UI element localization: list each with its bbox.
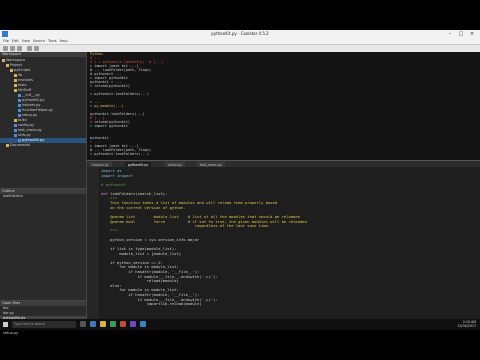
open-file-icon[interactable]: [10, 46, 15, 51]
tree-item-label: build: [18, 118, 27, 122]
taskbar-search[interactable]: Type here to search: [12, 321, 76, 328]
tree-item-label: pyScripts: [14, 68, 31, 72]
tree-item-label: pythonKit.py: [22, 138, 45, 142]
save-icon[interactable]: [17, 46, 22, 51]
code-token: # pythonkit: [101, 181, 127, 187]
tree-item-label: test_cases.py: [18, 128, 42, 132]
workspace-pane: Workspace Workspace Project pyScripts lib mo…: [0, 52, 87, 335]
python-file-icon: [18, 138, 21, 142]
outline-panel: Outline lookFolders: [0, 188, 86, 299]
task-view-icon[interactable]: [80, 321, 86, 327]
store-icon[interactable]: [110, 321, 116, 327]
tree-item-label: MyStuff: [18, 88, 32, 92]
menu-item-view[interactable]: View: [22, 38, 30, 44]
tree-item-label: Project: [10, 63, 22, 67]
code-editor[interactable]: import os import inspect # pythonkit def …: [87, 167, 480, 327]
python-file-icon: [18, 93, 21, 97]
menu-item-file[interactable]: File: [3, 38, 9, 44]
tree-item-label: setup.py: [22, 113, 38, 117]
code-token: '.py': [201, 273, 214, 279]
folder-icon: [6, 63, 9, 67]
tree-item-label: helpers.py: [22, 103, 41, 107]
workspace-header: Workspace: [0, 52, 86, 57]
folder-icon: [14, 73, 17, 77]
maximize-icon[interactable]: □: [456, 30, 466, 38]
open-file-item[interactable]: setup.py: [0, 331, 86, 336]
python-shell[interactable]: Python # ... # 1 = pythonkit.lookPath() # …: [87, 52, 480, 160]
tree-item-label: __init__.py: [22, 93, 40, 97]
windows-start-icon[interactable]: [3, 322, 8, 327]
taskbar: Type here to search 2:15 AM 10/30/2017: [0, 319, 480, 330]
debug-icon[interactable]: [34, 46, 39, 51]
code-token: '.py': [201, 296, 214, 302]
folder-icon: [2, 58, 5, 62]
toolbar: [0, 45, 480, 52]
tree-item-label: tests: [18, 83, 27, 87]
python-file-icon: [18, 103, 21, 107]
code-token: on the current version of python.: [101, 204, 186, 210]
menu-bar: File Edit View Search Tools Help: [0, 38, 480, 45]
tree-item-label: Workspace: [6, 58, 26, 62]
tree-item-label: lib: [18, 73, 23, 77]
python-file-icon: [14, 128, 17, 132]
close-icon[interactable]: ×: [467, 30, 477, 38]
tree-item-label: config.py: [18, 123, 35, 127]
code-token: lookFolders(search_list):: [110, 190, 168, 196]
tree-item[interactable]: Documents: [0, 143, 86, 148]
python-file-icon: [18, 108, 21, 112]
folder-icon: [6, 143, 9, 147]
tree-item-label: utils.py: [18, 133, 31, 137]
tree-item-label: modules: [18, 78, 33, 82]
code-token: importlib.reload(module): [101, 301, 202, 307]
file-explorer-icon[interactable]: [100, 321, 106, 327]
mail-icon[interactable]: [120, 321, 126, 327]
window-title: pythonKit.py - Coolstar 4.5.2: [211, 31, 269, 36]
folder-icon: [10, 68, 13, 72]
run-icon[interactable]: [27, 46, 32, 51]
shell-line: > pythonkit.lookFolders(...): [90, 152, 150, 156]
code-token: regardless of the last save time.: [101, 223, 271, 229]
menu-item-edit[interactable]: Edit: [12, 38, 19, 44]
folder-icon: [14, 83, 17, 87]
python-file-icon: [18, 98, 21, 102]
app-icon-5[interactable]: [130, 321, 136, 327]
menu-item-help[interactable]: Help: [60, 38, 68, 44]
folder-icon: [14, 88, 17, 92]
ide-taskbar-icon[interactable]: [140, 321, 146, 327]
clock[interactable]: 2:15 AM 10/30/2017: [457, 320, 476, 328]
menu-item-tools[interactable]: Tools: [48, 38, 57, 44]
code-token: ):: [213, 273, 218, 279]
python-file-icon: [14, 133, 17, 137]
python-file-icon: [18, 113, 21, 117]
tree-item-label: pythonKit.py: [22, 98, 45, 102]
code-token: python_version = sys.version_info.major: [101, 236, 200, 242]
new-file-icon[interactable]: [3, 46, 8, 51]
code-token: """: [101, 227, 118, 233]
code-token: ):: [213, 296, 218, 302]
menu-item-search[interactable]: Search: [33, 38, 45, 44]
code-token: import inspect: [101, 172, 134, 178]
folder-icon: [14, 118, 17, 122]
code-area[interactable]: import os import inspect # pythonkit def …: [101, 168, 476, 325]
code-token: module_list = [module_list]: [101, 250, 182, 256]
outline-item[interactable]: lookFolders: [0, 194, 86, 199]
line-gutter: [87, 167, 99, 327]
ide-window: pythonKit.py - Coolstar 4.5.2 – □ × File…: [0, 30, 480, 335]
tree-item-label: functionHelper.py: [22, 108, 53, 112]
title-bar: pythonKit.py - Coolstar 4.5.2 – □ ×: [0, 30, 480, 38]
file-tree: Workspace Project pyScripts lib modules tests…: [0, 58, 86, 183]
edge-icon[interactable]: [90, 321, 96, 327]
minimize-icon[interactable]: –: [445, 30, 455, 38]
python-file-icon: [14, 123, 17, 127]
folder-icon: [14, 78, 17, 82]
clock-date: 10/30/2017: [457, 323, 476, 328]
tree-item-label: Documents: [10, 143, 30, 147]
